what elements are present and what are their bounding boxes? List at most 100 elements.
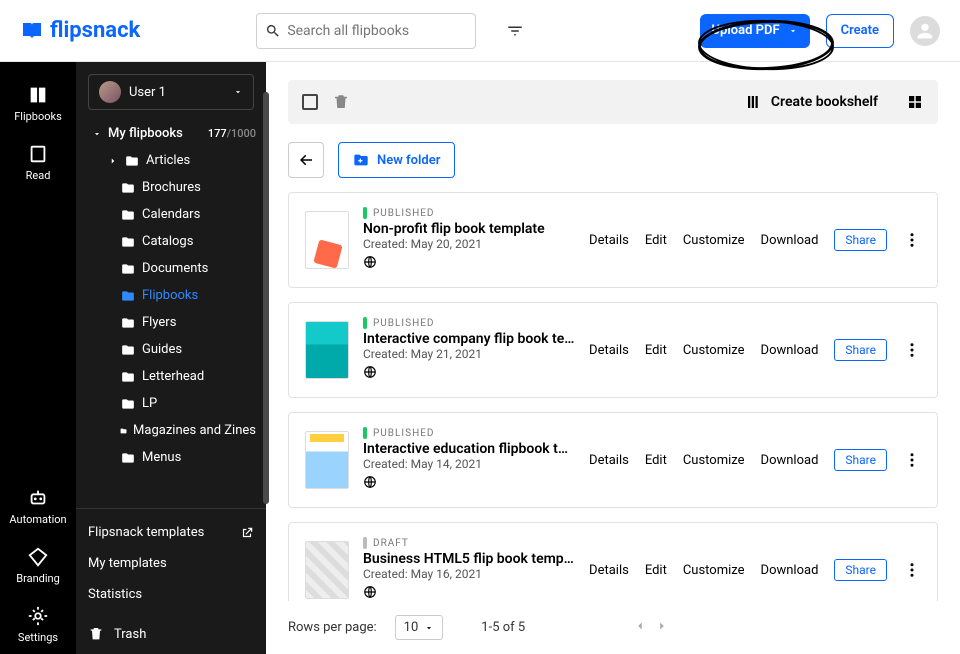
share-button[interactable]: Share xyxy=(834,449,887,471)
share-button[interactable]: Share xyxy=(834,559,887,581)
tree-folder[interactable]: Articles xyxy=(80,147,266,174)
tree-root[interactable]: My flipbooks 177/1000 xyxy=(80,120,266,147)
flipbook-title[interactable]: Business HTML5 flip book template xyxy=(363,551,575,567)
action-details[interactable]: Details xyxy=(589,453,629,468)
caret-down-icon xyxy=(424,623,434,633)
action-customize[interactable]: Customize xyxy=(683,233,745,248)
sidebar-bottom-links: Flipsnack templates My templates Statist… xyxy=(76,508,266,654)
page-next[interactable] xyxy=(655,619,669,637)
tree-folder[interactable]: Catalogs xyxy=(80,228,266,255)
user-avatar-icon xyxy=(99,81,121,103)
tree-folder[interactable]: Letterhead xyxy=(80,363,266,390)
folder-label: Articles xyxy=(146,153,190,168)
filter-icon[interactable] xyxy=(506,22,524,40)
rpp-select[interactable]: 10 xyxy=(395,615,444,640)
flipbook-card: PUBLISHEDInteractive company flip book t… xyxy=(288,302,938,398)
flipbook-thumbnail[interactable] xyxy=(305,211,349,269)
tree-folder[interactable]: Guides xyxy=(80,336,266,363)
tree-folder[interactable]: Calendars xyxy=(80,201,266,228)
action-edit[interactable]: Edit xyxy=(645,233,667,248)
person-icon xyxy=(914,20,936,42)
action-details[interactable]: Details xyxy=(589,233,629,248)
nav-rail: Flipbooks Read Automation Branding Setti… xyxy=(0,62,76,654)
tree-folder[interactable]: Flipbooks xyxy=(80,282,266,309)
folder-icon xyxy=(120,424,127,438)
action-download[interactable]: Download xyxy=(761,233,819,248)
action-customize[interactable]: Customize xyxy=(683,563,745,578)
share-button[interactable]: Share xyxy=(834,339,887,361)
folder-icon xyxy=(120,262,136,276)
flipbook-title[interactable]: Interactive education flipbook template xyxy=(363,441,575,457)
sidebar-trash[interactable]: Trash xyxy=(88,618,254,654)
search-input[interactable] xyxy=(287,23,467,39)
action-details[interactable]: Details xyxy=(589,343,629,358)
share-button[interactable]: Share xyxy=(834,229,887,251)
folder-label: Guides xyxy=(142,342,182,357)
action-customize[interactable]: Customize xyxy=(683,343,745,358)
tree-folder[interactable]: LP xyxy=(80,390,266,417)
folder-tree: My flipbooks 177/1000 Articles Brochures C… xyxy=(76,116,266,475)
action-edit[interactable]: Edit xyxy=(645,343,667,358)
flipbook-thumbnail[interactable] xyxy=(305,431,349,489)
chevron-right-icon xyxy=(108,156,118,166)
action-download[interactable]: Download xyxy=(761,563,819,578)
more-vert-icon[interactable] xyxy=(903,451,921,469)
folder-icon xyxy=(120,397,136,411)
profile-avatar[interactable] xyxy=(910,16,940,46)
flipbook-thumbnail[interactable] xyxy=(305,321,349,379)
flipbook-title[interactable]: Non-profit flip book template xyxy=(363,221,575,237)
chevron-right-icon xyxy=(655,619,669,633)
action-details[interactable]: Details xyxy=(589,563,629,578)
action-edit[interactable]: Edit xyxy=(645,453,667,468)
rail-flipbooks[interactable]: Flipbooks xyxy=(0,74,76,133)
sidebar-scrollbar[interactable] xyxy=(263,92,269,504)
rail-automation[interactable]: Automation xyxy=(0,477,76,536)
sidebar-link-templates[interactable]: Flipsnack templates xyxy=(88,517,254,548)
tree-folder[interactable]: Documents xyxy=(80,255,266,282)
user-selector[interactable]: User 1 xyxy=(88,74,254,110)
card-actions: Details Edit Customize Download Share xyxy=(589,559,921,581)
upload-pdf-label: Upload PDF xyxy=(712,23,780,38)
folder-label: Calendars xyxy=(142,207,200,222)
status-badge: PUBLISHED xyxy=(363,427,575,439)
sidebar-link-my-templates[interactable]: My templates xyxy=(88,548,254,579)
action-download[interactable]: Download xyxy=(761,343,819,358)
trash-icon[interactable] xyxy=(332,93,350,111)
pagination: Rows per page: 10 1-5 of 5 xyxy=(288,601,938,654)
select-all-checkbox[interactable] xyxy=(302,94,318,110)
search-box[interactable] xyxy=(256,13,476,49)
action-customize[interactable]: Customize xyxy=(683,453,745,468)
back-button[interactable] xyxy=(288,142,324,178)
folder-icon xyxy=(120,343,136,357)
flipbook-thumbnail[interactable] xyxy=(305,541,349,599)
flipbook-card: DRAFTBusiness HTML5 flip book templateCr… xyxy=(288,522,938,601)
more-vert-icon[interactable] xyxy=(903,561,921,579)
page-prev[interactable] xyxy=(633,619,647,637)
upload-pdf-button[interactable]: Upload PDF xyxy=(700,14,810,48)
sidebar-link-statistics[interactable]: Statistics xyxy=(88,579,254,610)
rail-read[interactable]: Read xyxy=(0,133,76,192)
list-toolbar: Create bookshelf xyxy=(288,80,938,124)
more-vert-icon[interactable] xyxy=(903,231,921,249)
flipbook-title[interactable]: Interactive company flip book template p… xyxy=(363,331,575,347)
brand-logo[interactable]: flipsnack xyxy=(20,18,140,43)
action-edit[interactable]: Edit xyxy=(645,563,667,578)
folder-icon xyxy=(120,208,136,222)
tree-folder[interactable]: Menus xyxy=(80,444,266,471)
search-icon xyxy=(265,23,281,39)
brand-text: flipsnack xyxy=(50,18,140,43)
create-bookshelf-button[interactable]: Create bookshelf xyxy=(745,93,878,111)
tree-folder[interactable]: Flyers xyxy=(80,309,266,336)
new-folder-button[interactable]: New folder xyxy=(338,142,455,178)
action-download[interactable]: Download xyxy=(761,453,819,468)
more-vert-icon[interactable] xyxy=(903,341,921,359)
tree-folder[interactable]: Brochures xyxy=(80,174,266,201)
tree-folder[interactable]: Magazines and Zines xyxy=(80,417,266,444)
sub-toolbar: New folder xyxy=(288,142,938,178)
created-date: Created: May 21, 2021 xyxy=(363,347,575,361)
rail-settings[interactable]: Settings xyxy=(0,595,76,654)
rail-branding[interactable]: Branding xyxy=(0,536,76,595)
folder-plus-icon xyxy=(353,152,369,168)
grid-view-icon[interactable] xyxy=(906,93,924,111)
create-button[interactable]: Create xyxy=(826,14,894,48)
